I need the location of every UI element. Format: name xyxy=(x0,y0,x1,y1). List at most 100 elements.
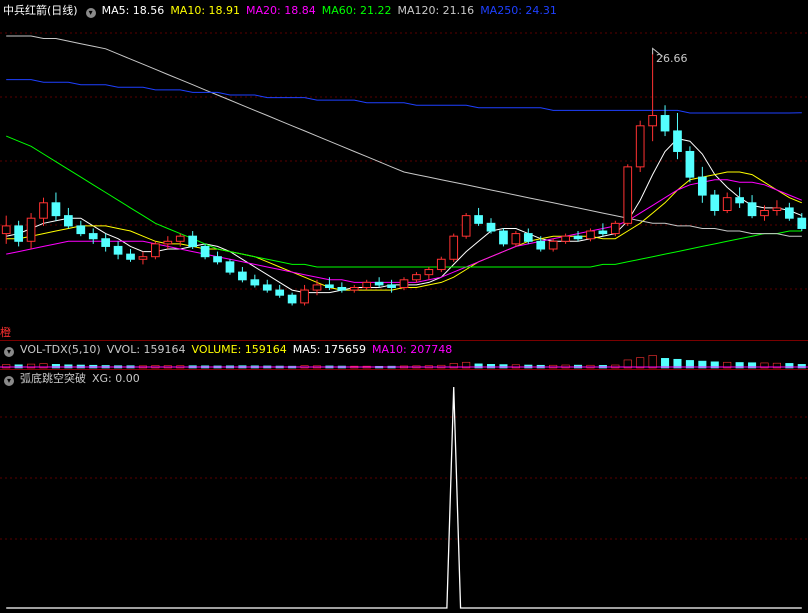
candle-body xyxy=(412,274,421,281)
candle xyxy=(436,256,446,273)
candle xyxy=(424,266,434,280)
candle xyxy=(673,112,682,160)
candle-body xyxy=(461,215,471,237)
candle xyxy=(374,277,384,288)
ma-indicator-list: MA5: 18.56 MA10: 18.91 MA20: 18.84 MA60: 21… xyxy=(102,4,563,17)
candle-body xyxy=(163,240,173,245)
side-glyph: 橙 xyxy=(0,326,11,339)
candle-body xyxy=(499,230,508,245)
signal-header: ▾ 弧底跳空突破 XG: 0.00 xyxy=(0,371,152,387)
candle xyxy=(349,284,359,293)
candle-body xyxy=(436,258,446,271)
candle-body xyxy=(250,279,260,286)
candle-body xyxy=(151,243,160,258)
volume-ma5-readout: MA5: 175659 xyxy=(292,343,367,356)
candle xyxy=(238,266,247,283)
signal-xg-readout: XG: 0.00 xyxy=(92,372,140,385)
candle xyxy=(51,192,61,221)
candle xyxy=(113,241,123,260)
signal-title[interactable]: 弧底跳空突破 xyxy=(20,372,86,385)
candle-body xyxy=(511,233,521,245)
price-ma120-readout: MA120: 21.16 xyxy=(397,4,475,17)
candle-body xyxy=(113,245,123,255)
candle-body xyxy=(325,284,334,288)
candle xyxy=(262,279,272,293)
price-ma20-readout: MA20: 18.84 xyxy=(246,4,316,17)
indicator-menu-icon[interactable]: ▾ xyxy=(85,8,96,18)
candle-body xyxy=(722,197,732,212)
candle-body xyxy=(449,235,459,260)
candle xyxy=(151,241,160,260)
volume-menu-icon[interactable]: ▾ xyxy=(4,347,14,357)
candle xyxy=(200,243,210,260)
candle-body xyxy=(101,238,111,247)
candle xyxy=(623,164,633,226)
candle-body xyxy=(387,284,396,288)
signal-menu-icon[interactable]: ▾ xyxy=(4,376,14,386)
candle-body xyxy=(561,235,570,242)
signal-panel: ▾ 弧底跳空突破 XG: 0.00 xyxy=(0,370,808,613)
candle-body xyxy=(747,202,757,217)
candle-body xyxy=(349,287,359,291)
candle xyxy=(747,195,757,219)
candle xyxy=(26,213,36,249)
candle-body xyxy=(275,289,285,296)
candle-body xyxy=(623,166,633,224)
candle-body xyxy=(760,210,769,217)
candle xyxy=(697,166,707,203)
candle-body xyxy=(486,222,496,232)
candle-body xyxy=(685,150,695,178)
candle xyxy=(499,228,508,247)
candle xyxy=(138,251,148,265)
candle xyxy=(660,105,670,137)
candle-body xyxy=(610,222,620,235)
candle-body xyxy=(710,194,720,212)
stock-title[interactable]: 中兵红箭(日线) xyxy=(3,4,78,17)
candle-body xyxy=(797,217,807,229)
candle-body xyxy=(225,261,235,273)
candle xyxy=(461,213,471,239)
candle-body xyxy=(300,289,309,304)
candle xyxy=(188,231,198,249)
candle xyxy=(362,279,372,291)
candle-body xyxy=(76,225,86,235)
candle-body xyxy=(362,281,372,289)
candle-body xyxy=(424,269,434,276)
candle xyxy=(1,215,11,244)
signal-chart[interactable] xyxy=(0,370,808,613)
candle xyxy=(511,231,521,247)
volume-indicator-list: VVOL: 159164 VOLUME: 159164 MA5: 175659 MA1… xyxy=(107,343,459,356)
candle-body xyxy=(312,284,322,291)
candle xyxy=(225,259,235,275)
candle-body xyxy=(200,245,210,258)
candle xyxy=(76,220,86,237)
line-ma10 xyxy=(6,171,802,291)
candle xyxy=(685,146,695,183)
signal-indicator-list: XG: 0.00 xyxy=(92,372,146,385)
line-ma60 xyxy=(6,135,802,268)
candle-body xyxy=(735,197,744,204)
candle xyxy=(412,272,421,283)
candle-body xyxy=(523,233,533,242)
price-ma60-readout: MA60: 21.22 xyxy=(321,4,392,17)
candle-body xyxy=(126,253,135,260)
candle-body xyxy=(188,235,198,247)
candle xyxy=(797,213,807,232)
candle xyxy=(610,220,620,237)
candle-body xyxy=(474,215,483,224)
candle xyxy=(39,197,48,226)
line-ma250 xyxy=(6,79,802,114)
candle-body xyxy=(598,230,608,235)
candlestick-chart[interactable] xyxy=(0,0,808,328)
candle xyxy=(64,207,73,229)
price-ma10-readout: MA10: 18.91 xyxy=(170,4,241,17)
candle xyxy=(250,274,260,288)
xg-signal-line xyxy=(6,386,802,609)
candle-body xyxy=(548,240,558,250)
candle-body xyxy=(39,202,48,219)
candle-body xyxy=(64,215,73,227)
candle-body xyxy=(673,130,682,152)
price-ma250-readout: MA250: 24.31 xyxy=(480,4,557,17)
volume-title[interactable]: VOL-TDX(5,10) xyxy=(20,343,101,356)
volume-header: ▾ VOL-TDX(5,10) VVOL: 159164 VOLUME: 159164… xyxy=(0,342,464,358)
